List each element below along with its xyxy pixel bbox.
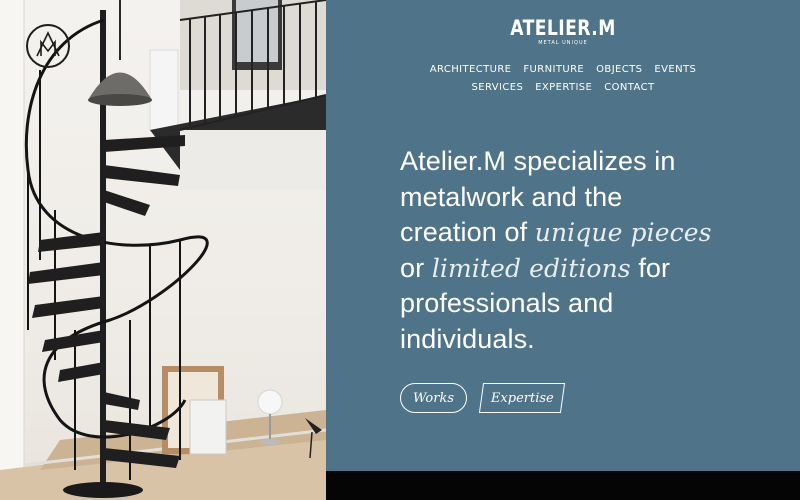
headline-italic-limited-editions: limited editions xyxy=(431,253,631,283)
nav-link-objects[interactable]: OBJECTS xyxy=(596,64,642,82)
intro-panel: ATELIER.M METAL UNIQUE ARCHITECTURE FURN… xyxy=(326,0,800,471)
brand-tagline: METAL UNIQUE xyxy=(538,40,588,46)
atelier-m-monogram-icon[interactable] xyxy=(26,24,70,68)
nav-row-2: SERVICES EXPERTISE CONTACT xyxy=(326,82,800,100)
intro-headline: Atelier.M specializes in metalwork and t… xyxy=(400,144,720,357)
works-button-label: Works xyxy=(412,390,455,406)
nav-link-events[interactable]: EVENTS xyxy=(654,64,696,82)
nav-link-expertise[interactable]: EXPERTISE xyxy=(535,82,592,100)
nav-row-1: ARCHITECTURE FURNITURE OBJECTS EVENTS xyxy=(326,64,800,82)
headline-text-2: or xyxy=(400,252,432,283)
main-navigation: ARCHITECTURE FURNITURE OBJECTS EVENTS SE… xyxy=(326,64,800,100)
works-button[interactable]: Works xyxy=(400,383,467,413)
nav-link-architecture[interactable]: ARCHITECTURE xyxy=(430,64,512,82)
headline-italic-unique-pieces: unique pieces xyxy=(534,218,712,247)
nav-link-furniture[interactable]: FURNITURE xyxy=(523,64,584,82)
expertise-button-label: Expertise xyxy=(490,390,554,406)
expertise-button[interactable]: Expertise xyxy=(478,383,566,413)
nav-link-services[interactable]: SERVICES xyxy=(471,82,523,100)
staircase-illustration xyxy=(0,0,326,500)
footer-bar xyxy=(326,471,800,500)
brand-logo[interactable]: ATELIER.M METAL UNIQUE xyxy=(326,16,800,46)
nav-link-contact[interactable]: CONTACT xyxy=(604,82,654,100)
brand-name: ATELIER.M xyxy=(510,16,616,40)
monogram-glyph xyxy=(36,31,60,57)
hero-photo-spiral-staircase xyxy=(0,0,326,500)
